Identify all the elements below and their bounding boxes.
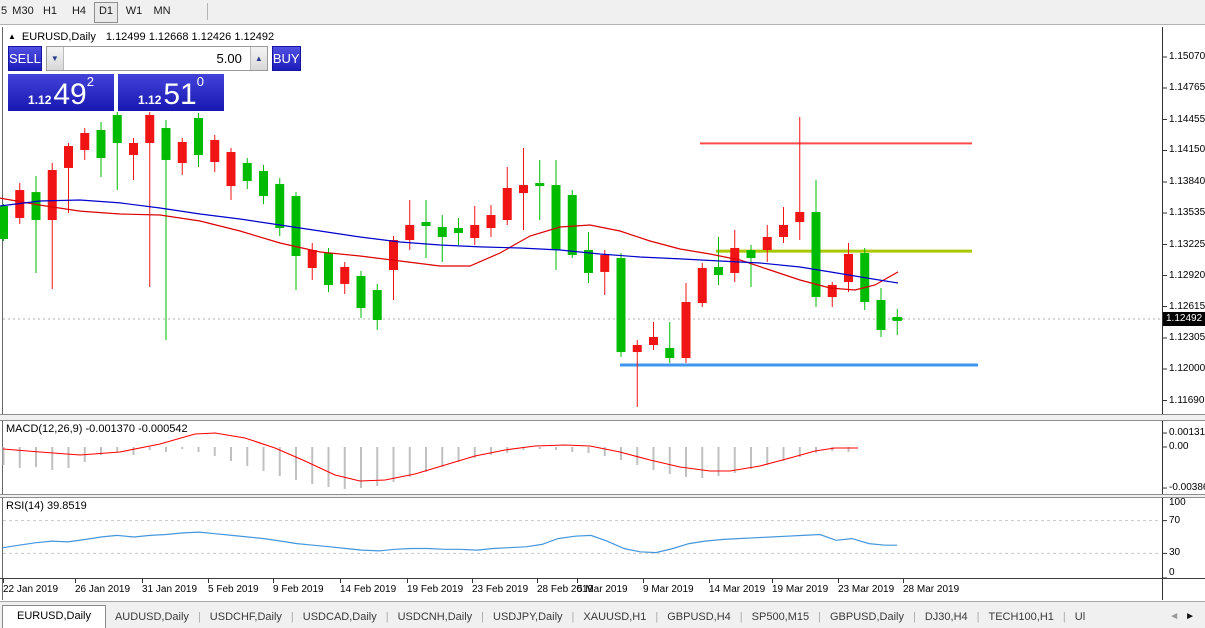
panel-splitter-macd[interactable]: [0, 414, 1205, 421]
sell-price-pip: 2: [86, 74, 94, 89]
tab-scroll-buttons: ◄►: [1169, 611, 1201, 622]
chart-tabs-bar: EURUSD,Daily AUDUSD,Daily | USDCHF,Daily | US…: [0, 601, 1205, 628]
buy-price-prefix: 1.12: [138, 93, 162, 107]
price-axis-label: 1.12615: [1169, 300, 1205, 312]
price-axis-label: 1.14150: [1169, 144, 1205, 156]
date-axis-label: 31 Jan 2019: [142, 584, 198, 595]
timeframe-button-W1[interactable]: W1: [123, 2, 145, 21]
tab-xauusd-h1[interactable]: XAUUSD,H1: [574, 607, 655, 628]
tab-usdcnh-daily[interactable]: USDCNH,Daily: [389, 607, 482, 628]
date-axis-separator: [0, 578, 1205, 579]
buy-price-big: 51: [163, 78, 197, 111]
tab-tech100-h1[interactable]: TECH100,H1: [979, 607, 1062, 628]
price-axis-label: 1.14765: [1169, 81, 1205, 93]
tab-gbpusd-h4[interactable]: GBPUSD,H4: [658, 607, 740, 628]
sell-price-display[interactable]: 1.12 49 2: [8, 74, 114, 111]
arrow-up-icon: ▲: [254, 54, 263, 63]
date-axis-label: 26 Jan 2019: [75, 584, 131, 595]
date-axis-label: 23 Feb 2019: [472, 584, 529, 595]
chart-ohlc-values: 1.12499 1.12668 1.12426 1.12492: [105, 31, 275, 43]
tab-usdjpy-daily[interactable]: USDJPY,Daily: [484, 607, 572, 628]
date-axis-label: 19 Mar 2019: [772, 584, 829, 595]
date-axis-label: 5 Mar 2019: [577, 584, 628, 595]
volume-stepper: ▼ ▲: [45, 46, 268, 71]
date-axis-label: 14 Mar 2019: [709, 584, 766, 595]
price-axis-label: 1.13840: [1169, 176, 1205, 187]
price-axis-label: 1.14455: [1169, 113, 1205, 125]
rsi-axis-label: 0: [1169, 567, 1175, 578]
volume-increase-button[interactable]: ▲: [249, 47, 267, 70]
sell-price-big: 49: [53, 78, 87, 111]
sell-price-prefix: 1.12: [28, 93, 52, 107]
rsi-axis-label: 70: [1169, 514, 1181, 526]
macd-main-value: -0.001370: [85, 423, 136, 435]
volume-decrease-button[interactable]: ▼: [46, 47, 64, 70]
timeframe-button-M30[interactable]: M30: [9, 2, 37, 21]
tab-dj30-h4[interactable]: DJ30,H4: [916, 607, 977, 628]
toolbar-separator: [207, 3, 208, 20]
macd-signal-value: -0.000542: [138, 423, 188, 435]
date-axis-label: 28 Mar 2019: [903, 584, 960, 595]
current-price-badge: 1.12492: [1163, 312, 1205, 326]
timeframe-toolbar: 5 M30 H1 H4 D1 W1 MN: [0, 0, 1205, 25]
tab-eurusd-daily[interactable]: EURUSD,Daily: [2, 605, 106, 628]
tab-usdcad-daily[interactable]: USDCAD,Daily: [294, 607, 386, 628]
buy-price-display[interactable]: 1.12 51 0: [118, 74, 224, 111]
rsi-axis-label: 30: [1169, 547, 1181, 559]
timeframe-button-H1[interactable]: H1: [39, 2, 61, 21]
price-axis-label: 1.13535: [1169, 207, 1205, 218]
rsi-axis-label: 100: [1169, 497, 1186, 508]
macd-axis-label: -0.00386: [1169, 482, 1205, 493]
tabs-scroll-left-button[interactable]: ◄: [1169, 611, 1185, 622]
price-axis-label: 1.13225: [1169, 238, 1205, 250]
collapse-arrow-icon[interactable]: ▲: [8, 32, 16, 41]
arrow-down-icon: ▼: [50, 54, 59, 63]
buy-button[interactable]: BUY: [271, 46, 301, 71]
volume-input[interactable]: [63, 47, 250, 70]
timeframe-button-5[interactable]: 5: [0, 2, 8, 21]
timeframe-button-MN[interactable]: MN: [150, 2, 174, 21]
price-axis-label: 1.12920: [1169, 269, 1205, 281]
mt4-terminal-window: { "toolbar": { "items": [ {"label":"5","…: [0, 0, 1205, 628]
rsi-indicator-label: RSI(14) 39.8519: [6, 500, 87, 512]
date-axis-label: 5 Feb 2019: [208, 584, 259, 595]
sell-button[interactable]: SELL: [8, 46, 42, 71]
tab-sp500-m15[interactable]: SP500,M15: [743, 607, 818, 628]
date-axis-label: 19 Feb 2019: [407, 584, 464, 595]
timeframe-button-H4[interactable]: H4: [68, 2, 90, 21]
date-axis-label: 22 Jan 2019: [3, 584, 59, 595]
tab-gbpusd-daily[interactable]: GBPUSD,Daily: [821, 607, 913, 628]
rsi-value: 39.8519: [46, 500, 87, 512]
panel-splitter-rsi[interactable]: [0, 494, 1205, 498]
date-axis-label: 23 Mar 2019: [838, 584, 895, 595]
tabs-scroll-right-button[interactable]: ►: [1185, 611, 1201, 622]
date-axis-label: 14 Feb 2019: [340, 584, 397, 595]
macd-axis-label: 0.00: [1169, 441, 1189, 452]
chart-title: ▲ EURUSD,Daily 1.12499 1.12668 1.12426 1.1…: [8, 31, 274, 43]
macd-indicator-label: MACD(12,26,9) -0.001370 -0.000542: [6, 423, 188, 435]
buy-price-pip: 0: [196, 74, 204, 89]
price-axis-label: 1.11690: [1169, 394, 1205, 406]
tab-ul[interactable]: Ul: [1066, 607, 1094, 628]
price-axis-label: 1.15070: [1169, 51, 1205, 62]
price-axis-label: 1.12305: [1169, 332, 1205, 343]
chart-symbol-label: EURUSD,Daily: [21, 31, 96, 43]
macd-axis-label: 0.001313: [1169, 427, 1205, 439]
date-axis-label: 9 Feb 2019: [273, 584, 324, 595]
one-click-trading-panel: SELL ▼ ▲ BUY 1.12492 1.12510: [8, 46, 301, 111]
tab-audusd-daily[interactable]: AUDUSD,Daily: [106, 607, 198, 628]
tab-usdchf-daily[interactable]: USDCHF,Daily: [201, 607, 291, 628]
price-axis-label: 1.12000: [1169, 363, 1205, 374]
timeframe-button-D1[interactable]: D1: [94, 2, 118, 23]
date-axis-label: 9 Mar 2019: [643, 584, 694, 595]
